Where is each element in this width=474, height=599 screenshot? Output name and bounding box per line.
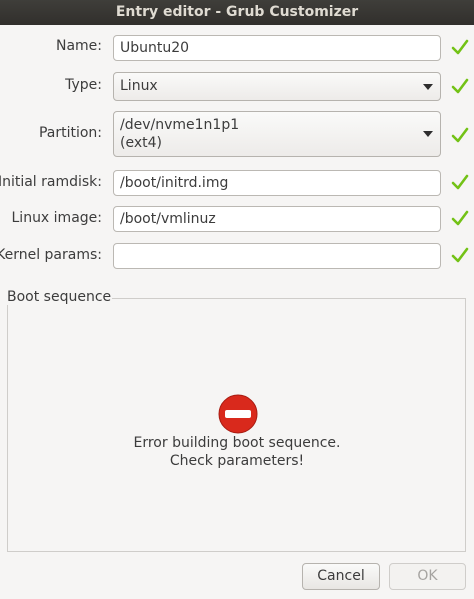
partition-fs: (ext4) [120, 135, 162, 151]
ok-button[interactable]: OK [389, 563, 466, 590]
error-message-line1: Error building boot sequence. [133, 435, 341, 451]
partition-dropdown[interactable]: /dev/nvme1n1p1 (ext4) [113, 111, 441, 157]
error-icon [218, 394, 258, 434]
type-label: Type: [65, 77, 102, 93]
kernel-params-input[interactable] [113, 243, 441, 269]
cancel-button[interactable]: Cancel [302, 563, 380, 590]
linux-image-label: Linux image: [11, 210, 103, 226]
linux-image-check-icon [451, 210, 469, 226]
window-title: Entry editor - Grub Customizer [0, 0, 474, 25]
chevron-down-icon [423, 131, 433, 137]
partition-check-icon [451, 127, 469, 143]
initial-ramdisk-input[interactable]: /boot/initrd.img [113, 170, 441, 196]
boot-sequence-label: Boot sequence [6, 289, 113, 305]
chevron-down-icon [423, 84, 433, 90]
name-input[interactable]: Ubuntu20 [113, 35, 441, 61]
type-value: Linux [120, 78, 158, 94]
kernel-params-check-icon [451, 247, 469, 263]
name-check-icon [451, 39, 469, 55]
name-label: Name: [55, 38, 102, 54]
kernel-params-label: Kernel params: [0, 247, 102, 263]
error-message-line2: Check parameters! [169, 453, 305, 469]
initial-ramdisk-check-icon [451, 174, 469, 190]
initial-ramdisk-label: Initial ramdisk: [0, 174, 102, 190]
linux-image-input[interactable]: /boot/vmlinuz [113, 206, 441, 232]
partition-device: /dev/nvme1n1p1 [120, 117, 240, 133]
type-dropdown[interactable]: Linux [113, 72, 441, 101]
partition-label: Partition: [38, 125, 102, 141]
type-check-icon [451, 78, 469, 94]
